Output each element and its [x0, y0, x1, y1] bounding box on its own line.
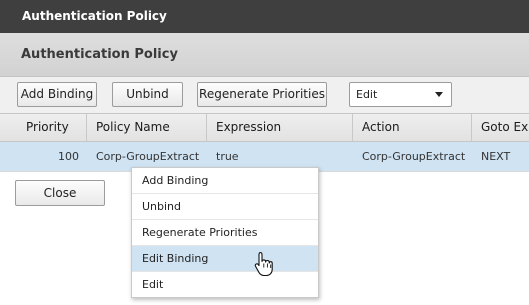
menu-item-add-binding[interactable]: Add Binding: [132, 168, 318, 194]
menu-item-regenerate-priorities[interactable]: Regenerate Priorities: [132, 220, 318, 246]
chevron-down-icon: [435, 92, 443, 97]
toolbar: Add Binding Unbind Regenerate Priorities…: [0, 77, 529, 113]
column-header-priority[interactable]: Priority: [0, 114, 87, 141]
column-header-action[interactable]: Action: [353, 114, 472, 141]
panel-title: Authentication Policy: [0, 33, 529, 77]
column-header-expression[interactable]: Expression: [207, 114, 353, 141]
table-header: Priority Policy Name Expression Action G…: [0, 113, 529, 142]
edit-select[interactable]: Edit: [349, 82, 452, 107]
menu-item-unbind[interactable]: Unbind: [132, 194, 318, 220]
cell-goto-expression: NEXT: [481, 150, 511, 163]
unbind-button[interactable]: Unbind: [112, 82, 183, 107]
cell-action: Corp-GroupExtract: [362, 150, 466, 163]
cell-priority: 100: [58, 150, 79, 163]
edit-select-value: Edit: [356, 88, 378, 101]
context-menu: Add Binding Unbind Regenerate Priorities…: [131, 167, 319, 298]
column-header-goto-expression[interactable]: Goto Expression: [472, 114, 529, 141]
column-header-policy-name[interactable]: Policy Name: [87, 114, 207, 141]
regenerate-priorities-button[interactable]: Regenerate Priorities: [197, 82, 327, 107]
add-binding-button[interactable]: Add Binding: [17, 82, 97, 107]
menu-item-edit-binding[interactable]: Edit Binding: [132, 246, 318, 272]
window-title: Authentication Policy: [0, 0, 529, 33]
close-button[interactable]: Close: [15, 180, 105, 206]
hand-pointer-icon: [254, 251, 273, 277]
menu-item-edit[interactable]: Edit: [132, 272, 318, 298]
